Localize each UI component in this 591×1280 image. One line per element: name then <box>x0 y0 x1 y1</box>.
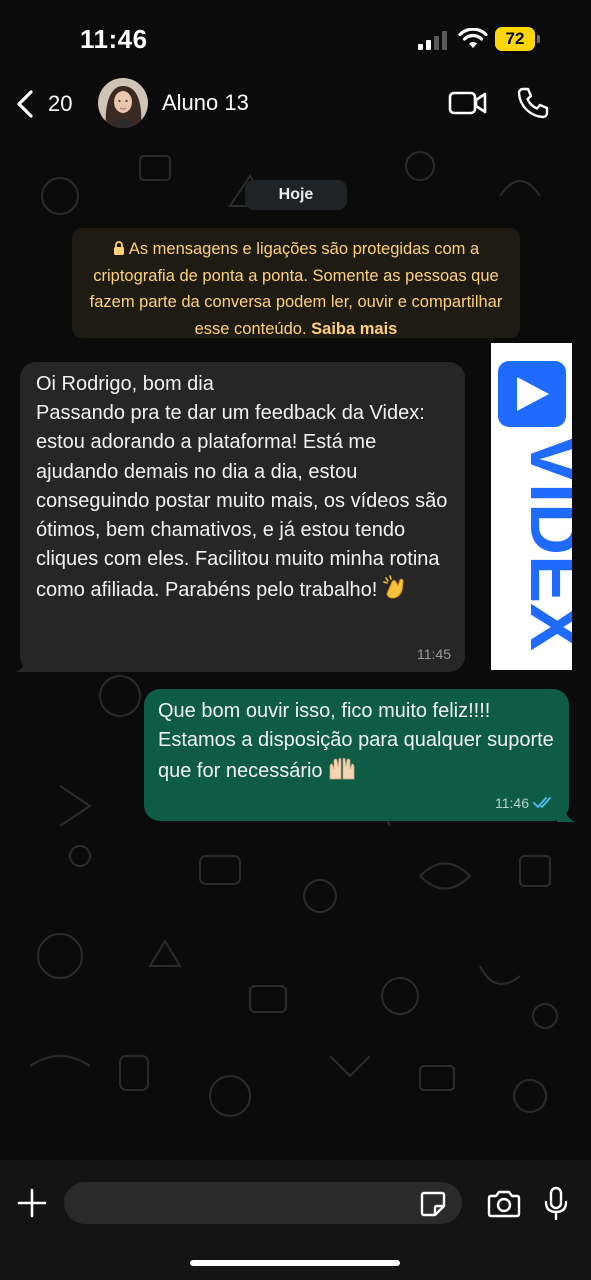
phone-icon[interactable] <box>516 86 550 120</box>
videx-logo-text: VIDEX <box>515 435 572 651</box>
chat-header: 20 Aluno 13 <box>0 74 591 136</box>
learn-more-link[interactable]: Saiba mais <box>311 320 397 338</box>
incoming-message-text: Oi Rodrigo, bom dia Passando pra te dar … <box>36 373 448 602</box>
unread-count: 20 <box>48 91 73 116</box>
outgoing-message-time: 11:46 <box>495 795 529 811</box>
signal-icon <box>418 31 447 50</box>
outgoing-message[interactable]: Que bom ouvir isso, fico muito feliz!!!!… <box>144 689 569 821</box>
encryption-notice[interactable]: As mensagens e ligações são protegidas c… <box>72 228 520 338</box>
status-time: 11:46 <box>80 24 148 54</box>
incoming-bubble-tail <box>16 650 34 672</box>
video-call-icon[interactable] <box>448 88 488 118</box>
clapping-hands-emoji-icon <box>382 575 404 599</box>
videx-logo: VIDEX <box>491 343 591 670</box>
outgoing-bubble-tail <box>557 800 575 822</box>
message-input[interactable] <box>64 1182 462 1224</box>
avatar[interactable] <box>98 78 148 128</box>
chevron-left-icon <box>17 90 33 118</box>
back-button[interactable]: 20 <box>14 86 72 122</box>
battery-level: 72 <box>505 29 525 48</box>
contact-name[interactable]: Aluno 13 <box>162 90 249 116</box>
microphone-icon[interactable] <box>543 1186 569 1222</box>
chat-area[interactable]: Hoje As mensagens e ligações são protegi… <box>0 136 591 1160</box>
incoming-message[interactable]: Oi Rodrigo, bom dia Passando pra te dar … <box>20 362 465 672</box>
date-chip: Hoje <box>245 180 347 210</box>
raising-hands-emoji-icon <box>329 758 355 780</box>
battery-icon: 72 <box>495 27 541 51</box>
read-receipt-icon <box>533 797 551 808</box>
lock-icon <box>113 241 124 255</box>
home-indicator[interactable] <box>190 1260 400 1266</box>
incoming-message-time: 11:45 <box>417 646 451 662</box>
message-input-bar <box>0 1160 591 1280</box>
plus-icon[interactable] <box>16 1187 48 1219</box>
camera-icon[interactable] <box>486 1189 522 1219</box>
status-bar: 11:46 72 <box>0 0 591 74</box>
sticker-icon[interactable] <box>419 1190 447 1218</box>
wifi-icon <box>458 28 488 48</box>
encryption-text: As mensagens e ligações são protegidas c… <box>89 240 503 338</box>
